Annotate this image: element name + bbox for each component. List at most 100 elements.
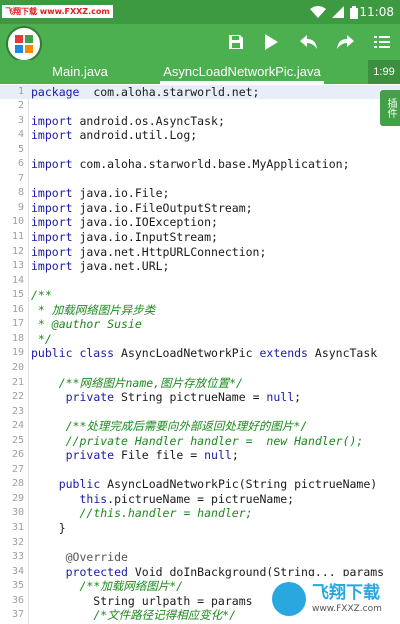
code-line[interactable]: 32 (0, 536, 400, 551)
code-line[interactable]: 9 import java.io.FileOutputStream; (0, 201, 400, 216)
keyword-token: public class (31, 346, 115, 361)
code-token: ; (294, 390, 302, 405)
line-code: import java.io.IOException; (31, 215, 218, 230)
line-number: 24 (11, 420, 24, 432)
line-number: 4 (17, 129, 24, 141)
tab-asyncloadnetworkpic-java[interactable]: AsyncLoadNetworkPic.java (160, 60, 324, 84)
code-line[interactable]: 6 import com.aloha.starworld.base.MyAppli… (0, 157, 400, 172)
watermark-top-left: 飞翔下载 www.FXXZ.com (2, 5, 113, 18)
line-number: 12 (11, 245, 24, 257)
code-line[interactable]: 33 @Override (0, 550, 400, 565)
code-line[interactable]: 14 (0, 274, 400, 289)
line-number: 10 (11, 216, 24, 228)
line-number: 32 (11, 536, 24, 548)
comment-token: /** (31, 288, 52, 303)
code-line[interactable]: 13 import java.net.URL; (0, 259, 400, 274)
keyword-token: import (31, 215, 73, 230)
menu-icon (374, 36, 390, 48)
comment-token: */ (31, 331, 52, 346)
comment-token: /**处理完成后需要向外部返回处理好的图片*/ (65, 419, 308, 434)
code-line[interactable]: 30 //this.handler = handler; (0, 506, 400, 521)
code-line[interactable]: 8 import java.io.File; (0, 186, 400, 201)
code-token: android.util.Log; (72, 128, 198, 143)
code-line[interactable]: 27 (0, 463, 400, 478)
comment-token: * @author Susie (31, 317, 142, 332)
code-line[interactable]: 23 (0, 405, 400, 420)
line-code: import android.os.AsyncTask; (31, 114, 225, 129)
line-code: public class AsyncLoadNetworkPic extends… (31, 346, 377, 361)
line-code: import java.io.FileOutputStream; (31, 201, 253, 216)
keyword-token: null (204, 448, 232, 463)
code-line[interactable]: 16 * 加载网络图片异步类 (0, 303, 400, 318)
code-editor[interactable]: 1 package com.aloha.starworld.net; 2 3 impor… (0, 84, 400, 624)
watermark-url: www.FXXZ.com (39, 7, 110, 16)
save-button[interactable] (224, 30, 248, 54)
code-line[interactable]: 29 this.pictrueName = pictrueName; (0, 492, 400, 507)
line-number: 16 (11, 303, 24, 315)
line-code: //this.handler = handler; (31, 506, 252, 521)
code-line[interactable]: 15 /** (0, 288, 400, 303)
watermark-brand: 飞翔下载 (5, 7, 37, 16)
tab-main-java[interactable]: Main.java (40, 60, 120, 84)
code-line[interactable]: 18 */ (0, 332, 400, 347)
code-line[interactable]: 2 (0, 99, 400, 114)
status-time: 11:08 (359, 5, 394, 19)
code-line[interactable]: 4 import android.util.Log; (0, 128, 400, 143)
code-line[interactable]: 19 public class AsyncLoadNetworkPic exten… (0, 346, 400, 361)
code-token: } (31, 521, 66, 535)
app-logo-icon[interactable] (6, 26, 42, 62)
code-token: ; (231, 448, 239, 463)
line-number: 1 (17, 85, 24, 97)
comment-token: * 加载网络图片异步类 (31, 302, 156, 317)
redo-button[interactable] (333, 30, 357, 54)
line-number: 6 (17, 158, 24, 170)
menu-button[interactable] (370, 30, 394, 54)
line-number: 35 (11, 580, 24, 592)
code-token: File file = (114, 448, 205, 463)
code-line[interactable]: 7 (0, 172, 400, 187)
code-line[interactable]: 3 import android.os.AsyncTask; (0, 114, 400, 129)
keyword-token: import (31, 244, 73, 259)
code-line[interactable]: 1 package com.aloha.starworld.net; (0, 84, 400, 100)
line-number: 26 (11, 449, 24, 461)
code-line[interactable]: 12 import java.net.HttpURLConnection; (0, 245, 400, 260)
code-line[interactable]: 26 private File file = null; (0, 448, 400, 463)
undo-button[interactable] (297, 30, 321, 54)
line-code: public AsyncLoadNetworkPic(String pictru… (31, 477, 378, 492)
run-button[interactable] (259, 30, 283, 54)
redo-icon (337, 35, 354, 49)
code-line[interactable]: 5 (0, 143, 400, 158)
watermark-logo-icon (272, 582, 306, 616)
line-code: private File file = null; (31, 448, 239, 463)
plugin-side-tab[interactable]: 插件 (380, 90, 400, 126)
code-line[interactable]: 21 /**网络图片name,图片存放位置*/ (0, 376, 400, 391)
line-code: import java.io.InputStream; (31, 230, 218, 245)
line-number: 22 (11, 391, 24, 403)
code-line[interactable]: 10 import java.io.IOException; (0, 215, 400, 230)
code-line[interactable]: 22 private String pictrueName = null; (0, 390, 400, 405)
keyword-token: import (31, 186, 73, 201)
line-code: this.pictrueName = pictrueName; (31, 492, 294, 507)
keyword-token: null (266, 390, 295, 405)
code-line[interactable]: 25 //private Handler handler = new Handl… (0, 434, 400, 449)
code-line[interactable]: 20 (0, 361, 400, 376)
line-code: String urlpath = params (31, 594, 252, 609)
keyword-token: extends (259, 346, 308, 361)
line-number: 14 (11, 274, 24, 286)
code-line[interactable]: 28 public AsyncLoadNetworkPic(String pic… (0, 477, 400, 492)
watermark-url-bottom: www.FXXZ.com (312, 604, 382, 614)
code-line[interactable]: 24 /**处理完成后需要向外部返回处理好的图片*/ (0, 419, 400, 434)
line-number: 13 (11, 260, 24, 272)
comment-token: /*文件路径记得相应变化*/ (93, 608, 237, 623)
line-number: 2 (17, 100, 24, 112)
line-number: 8 (17, 187, 24, 199)
code-line[interactable]: 17 * @author Susie (0, 317, 400, 332)
line-number: 30 (11, 507, 24, 519)
code-line[interactable]: 31 } (0, 521, 400, 536)
keyword-token: this (79, 491, 108, 506)
code-line[interactable]: 11 import java.io.InputStream; (0, 230, 400, 245)
